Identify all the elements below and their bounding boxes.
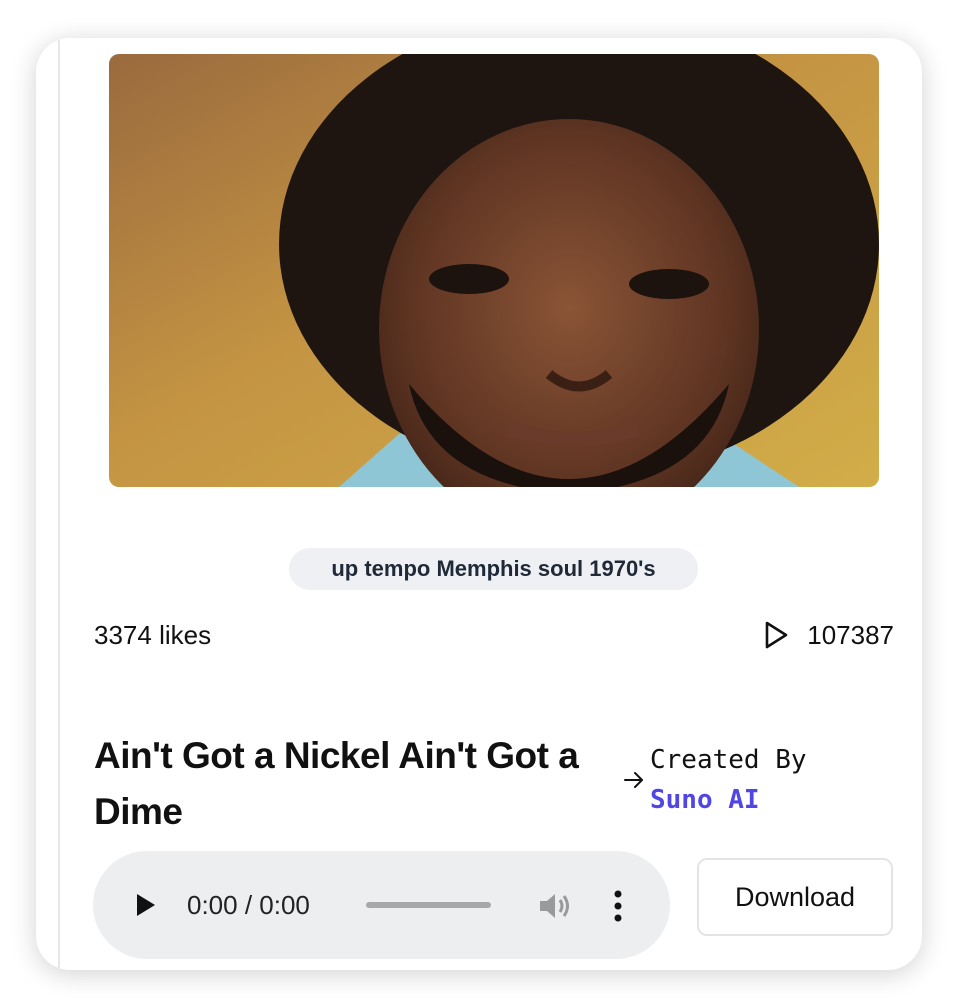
play-button[interactable] <box>133 891 159 919</box>
download-button[interactable]: Download <box>697 858 893 936</box>
likes-count: 3374 likes <box>94 620 212 650</box>
genre-tag[interactable]: up tempo Memphis soul 1970's <box>289 548 698 590</box>
song-title: Ain't Got a Nickel Ain't Got a Dime <box>94 735 579 832</box>
playback-time: 0:00 / 0:00 <box>187 890 310 920</box>
volume-icon[interactable] <box>537 891 571 921</box>
cover-image <box>109 54 879 487</box>
audio-player: 0:00 / 0:00 <box>93 851 670 959</box>
creator-link[interactable]: Suno AI <box>650 780 807 820</box>
more-vertical-icon[interactable] <box>611 889 625 923</box>
play-icon <box>765 621 788 649</box>
card-divider <box>58 40 60 968</box>
seek-slider[interactable] <box>366 902 491 908</box>
play-count-value: 107387 <box>807 620 894 650</box>
created-by-label: Created By <box>650 745 807 775</box>
creator-info: Created By Suno AI <box>622 740 807 820</box>
play-count: 107387 <box>763 620 894 650</box>
arrow-right-icon <box>624 772 643 788</box>
